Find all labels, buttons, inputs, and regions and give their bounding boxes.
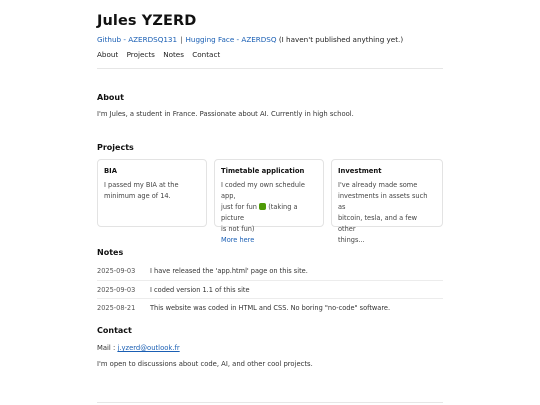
person-computer-emoji-icon — [259, 203, 267, 210]
about-text: I'm Jules, a student in France. Passiona… — [97, 110, 354, 118]
github-link[interactable]: Github - AZERDSQ131 — [97, 35, 177, 44]
project-card-title: Timetable application — [221, 167, 305, 175]
card-line: I coded my own schedule app, — [221, 181, 305, 200]
project-card-bia: BIA I passed my BIA at the minimum age o… — [97, 159, 207, 227]
note-text: This website was coded in HTML and CSS. … — [150, 304, 391, 312]
hugging-face-link[interactable]: Hugging Face - AZERDSQ — [186, 35, 277, 44]
project-card-body: I passed my BIA at the minimum age of 14… — [104, 180, 200, 202]
nav-projects[interactable]: Projects — [127, 50, 155, 59]
project-card-title: Investment — [338, 167, 382, 175]
header-divider — [97, 68, 443, 69]
card-line: I passed my BIA at the — [104, 181, 179, 189]
notes-heading: Notes — [97, 248, 124, 257]
project-card-investment: Investment I've already made some invest… — [331, 159, 443, 244]
note-row: 2025-08-21 This website was coded in HTM… — [97, 304, 443, 322]
card-line: investments in assets such as — [338, 192, 428, 211]
profile-links: Github - AZERDSQ131 | Hugging Face - AZERD… — [97, 35, 403, 44]
contact-mail: Mail : j.yzerd@outlook.fr — [97, 344, 180, 352]
card-line: bitcoin, tesla, and a few other — [338, 214, 418, 233]
nav-about[interactable]: About — [97, 50, 118, 59]
nav-notes[interactable]: Notes — [163, 50, 184, 59]
note-divider — [97, 298, 443, 299]
note-date: 2025-08-21 — [97, 304, 136, 312]
note-text: I have released the 'app.html' page on t… — [150, 267, 308, 275]
projects-grid: BIA I passed my BIA at the minimum age o… — [97, 159, 443, 244]
footer-divider — [97, 402, 443, 403]
note-divider — [97, 280, 443, 281]
card-line: things... — [338, 236, 365, 244]
email-link[interactable]: j.yzerd@outlook.fr — [117, 344, 179, 352]
project-card-timetable: Timetable application I coded my own sch… — [214, 159, 324, 244]
more-here-link[interactable]: More here — [221, 235, 317, 246]
project-card-title: BIA — [104, 167, 117, 175]
mail-label: Mail : — [97, 344, 116, 352]
site-title: Jules YZERD — [97, 13, 197, 29]
card-line: minimum age of 14. — [104, 192, 171, 200]
nav-contact[interactable]: Contact — [192, 50, 220, 59]
note-date: 2025-09-03 — [97, 286, 136, 294]
card-line: I've already made some — [338, 181, 418, 189]
contact-heading: Contact — [97, 326, 132, 335]
note-text: I coded version 1.1 of this site — [150, 286, 250, 294]
main-nav: About Projects Notes Contact — [97, 50, 226, 59]
note-row: 2025-09-03 I have released the 'app.html… — [97, 267, 443, 285]
projects-heading: Projects — [97, 143, 134, 152]
about-heading: About — [97, 93, 124, 102]
note-date: 2025-09-03 — [97, 267, 136, 275]
card-line: is not fun) — [221, 225, 255, 233]
project-card-body: I've already made some investments in as… — [338, 180, 436, 246]
project-card-body: I coded my own schedule app, just for fu… — [221, 180, 317, 235]
contact-text: I'm open to discussions about code, AI, … — [97, 360, 313, 368]
card-line: just for fun — [221, 203, 257, 211]
note-row: 2025-09-03 I coded version 1.1 of this s… — [97, 286, 443, 304]
link-separator: | — [180, 35, 183, 44]
hugging-face-note: (I haven't published anything yet.) — [278, 35, 404, 44]
